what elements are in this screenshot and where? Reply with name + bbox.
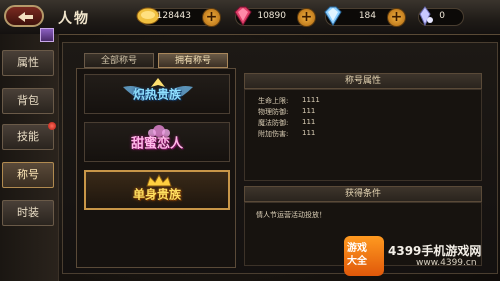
tab-label: 全部称号 — [100, 56, 137, 66]
crystal-icon — [419, 6, 433, 27]
ruby-value: 10890 — [257, 11, 286, 21]
attribute-label: 附加伤害: — [258, 130, 289, 138]
tab-all-titles[interactable]: 全部称号 — [84, 53, 154, 68]
attributes-header: 称号属性 — [244, 73, 482, 89]
sidebar-item-skills[interactable]: 技能 — [2, 122, 56, 150]
site-name: 4399手机游戏网 — [388, 244, 482, 258]
attribute-value: 1111 — [302, 96, 320, 104]
sidebar-item-bag[interactable]: 背包 — [2, 88, 54, 114]
add-gold-button[interactable]: + — [202, 8, 221, 27]
sidebar-item-label: 属性 — [17, 56, 39, 69]
attribute-label: 魔法防御: — [258, 119, 289, 127]
condition-text: 情人节运营活动投放！ — [256, 211, 326, 219]
add-ruby-button[interactable]: + — [297, 8, 316, 27]
crystal-value: 0 — [439, 11, 445, 21]
title-card-blazing-noble[interactable]: 炽热贵族 — [84, 74, 230, 114]
tab-label: 拥有称号 — [174, 56, 211, 66]
add-diamond-button[interactable]: + — [387, 8, 406, 27]
diamond-value: 184 — [358, 11, 376, 21]
sidebar-item-titles[interactable]: 称号 — [2, 162, 54, 188]
attribute-row: 生命上限: 1111 — [258, 96, 320, 106]
gold-counter: 128443 + — [136, 7, 221, 27]
attribute-row: 物理防御: 111 — [258, 107, 315, 117]
page-title: 人物 — [58, 11, 90, 27]
attribute-value: 111 — [302, 107, 316, 115]
attribute-label: 物理防御: — [258, 108, 289, 116]
ruby-counter: 10890 + — [234, 6, 316, 27]
sidebar-item-label: 背包 — [17, 94, 39, 107]
attribute-row: 附加伤害: 111 — [258, 129, 315, 139]
gold-value: 128443 — [156, 11, 191, 21]
top-bar: 人物 128443 + 10890 + 184 + 0 — [0, 0, 500, 35]
ruby-gem-icon — [234, 6, 252, 26]
logo-line-2: 大全 — [347, 256, 367, 267]
logo-line-1: 游戏 — [347, 243, 367, 254]
title-name: 炽热贵族 — [132, 87, 182, 102]
crystal-counter: 0 — [418, 6, 464, 27]
attribute-value: 111 — [302, 118, 316, 126]
title-name: 甜蜜恋人 — [130, 136, 184, 152]
condition-header: 获得条件 — [244, 186, 482, 202]
diamond-icon — [324, 6, 342, 26]
avatar[interactable] — [40, 28, 54, 42]
title-name: 单身贵族 — [132, 187, 182, 202]
site-watermark: 游戏 大全 4399手机游戏网 www.4399.cn — [344, 236, 494, 276]
attribute-row: 魔法防御: 111 — [258, 118, 315, 128]
back-arrow-icon — [18, 12, 33, 22]
tab-owned-titles[interactable]: 拥有称号 — [158, 53, 228, 68]
attribute-value: 111 — [302, 129, 316, 137]
sidebar-item-label: 时装 — [17, 206, 39, 219]
sidebar-item-fashion[interactable]: 时装 — [2, 200, 54, 226]
diamond-counter: 184 + — [324, 6, 406, 27]
sidebar-item-label: 技能 — [17, 130, 39, 143]
sidebar-item-attributes[interactable]: 属性 — [2, 50, 54, 76]
attribute-label: 生命上限: — [258, 97, 289, 105]
back-button[interactable] — [4, 5, 44, 27]
notification-dot-icon — [48, 122, 56, 130]
site-url: www.4399.cn — [416, 258, 477, 268]
title-card-sweet-lovers[interactable]: 甜蜜恋人 — [84, 122, 230, 162]
title-card-single-noble[interactable]: 单身贵族 — [84, 170, 230, 210]
sidebar-item-label: 称号 — [17, 168, 39, 181]
site-logo: 游戏 大全 — [344, 236, 384, 276]
